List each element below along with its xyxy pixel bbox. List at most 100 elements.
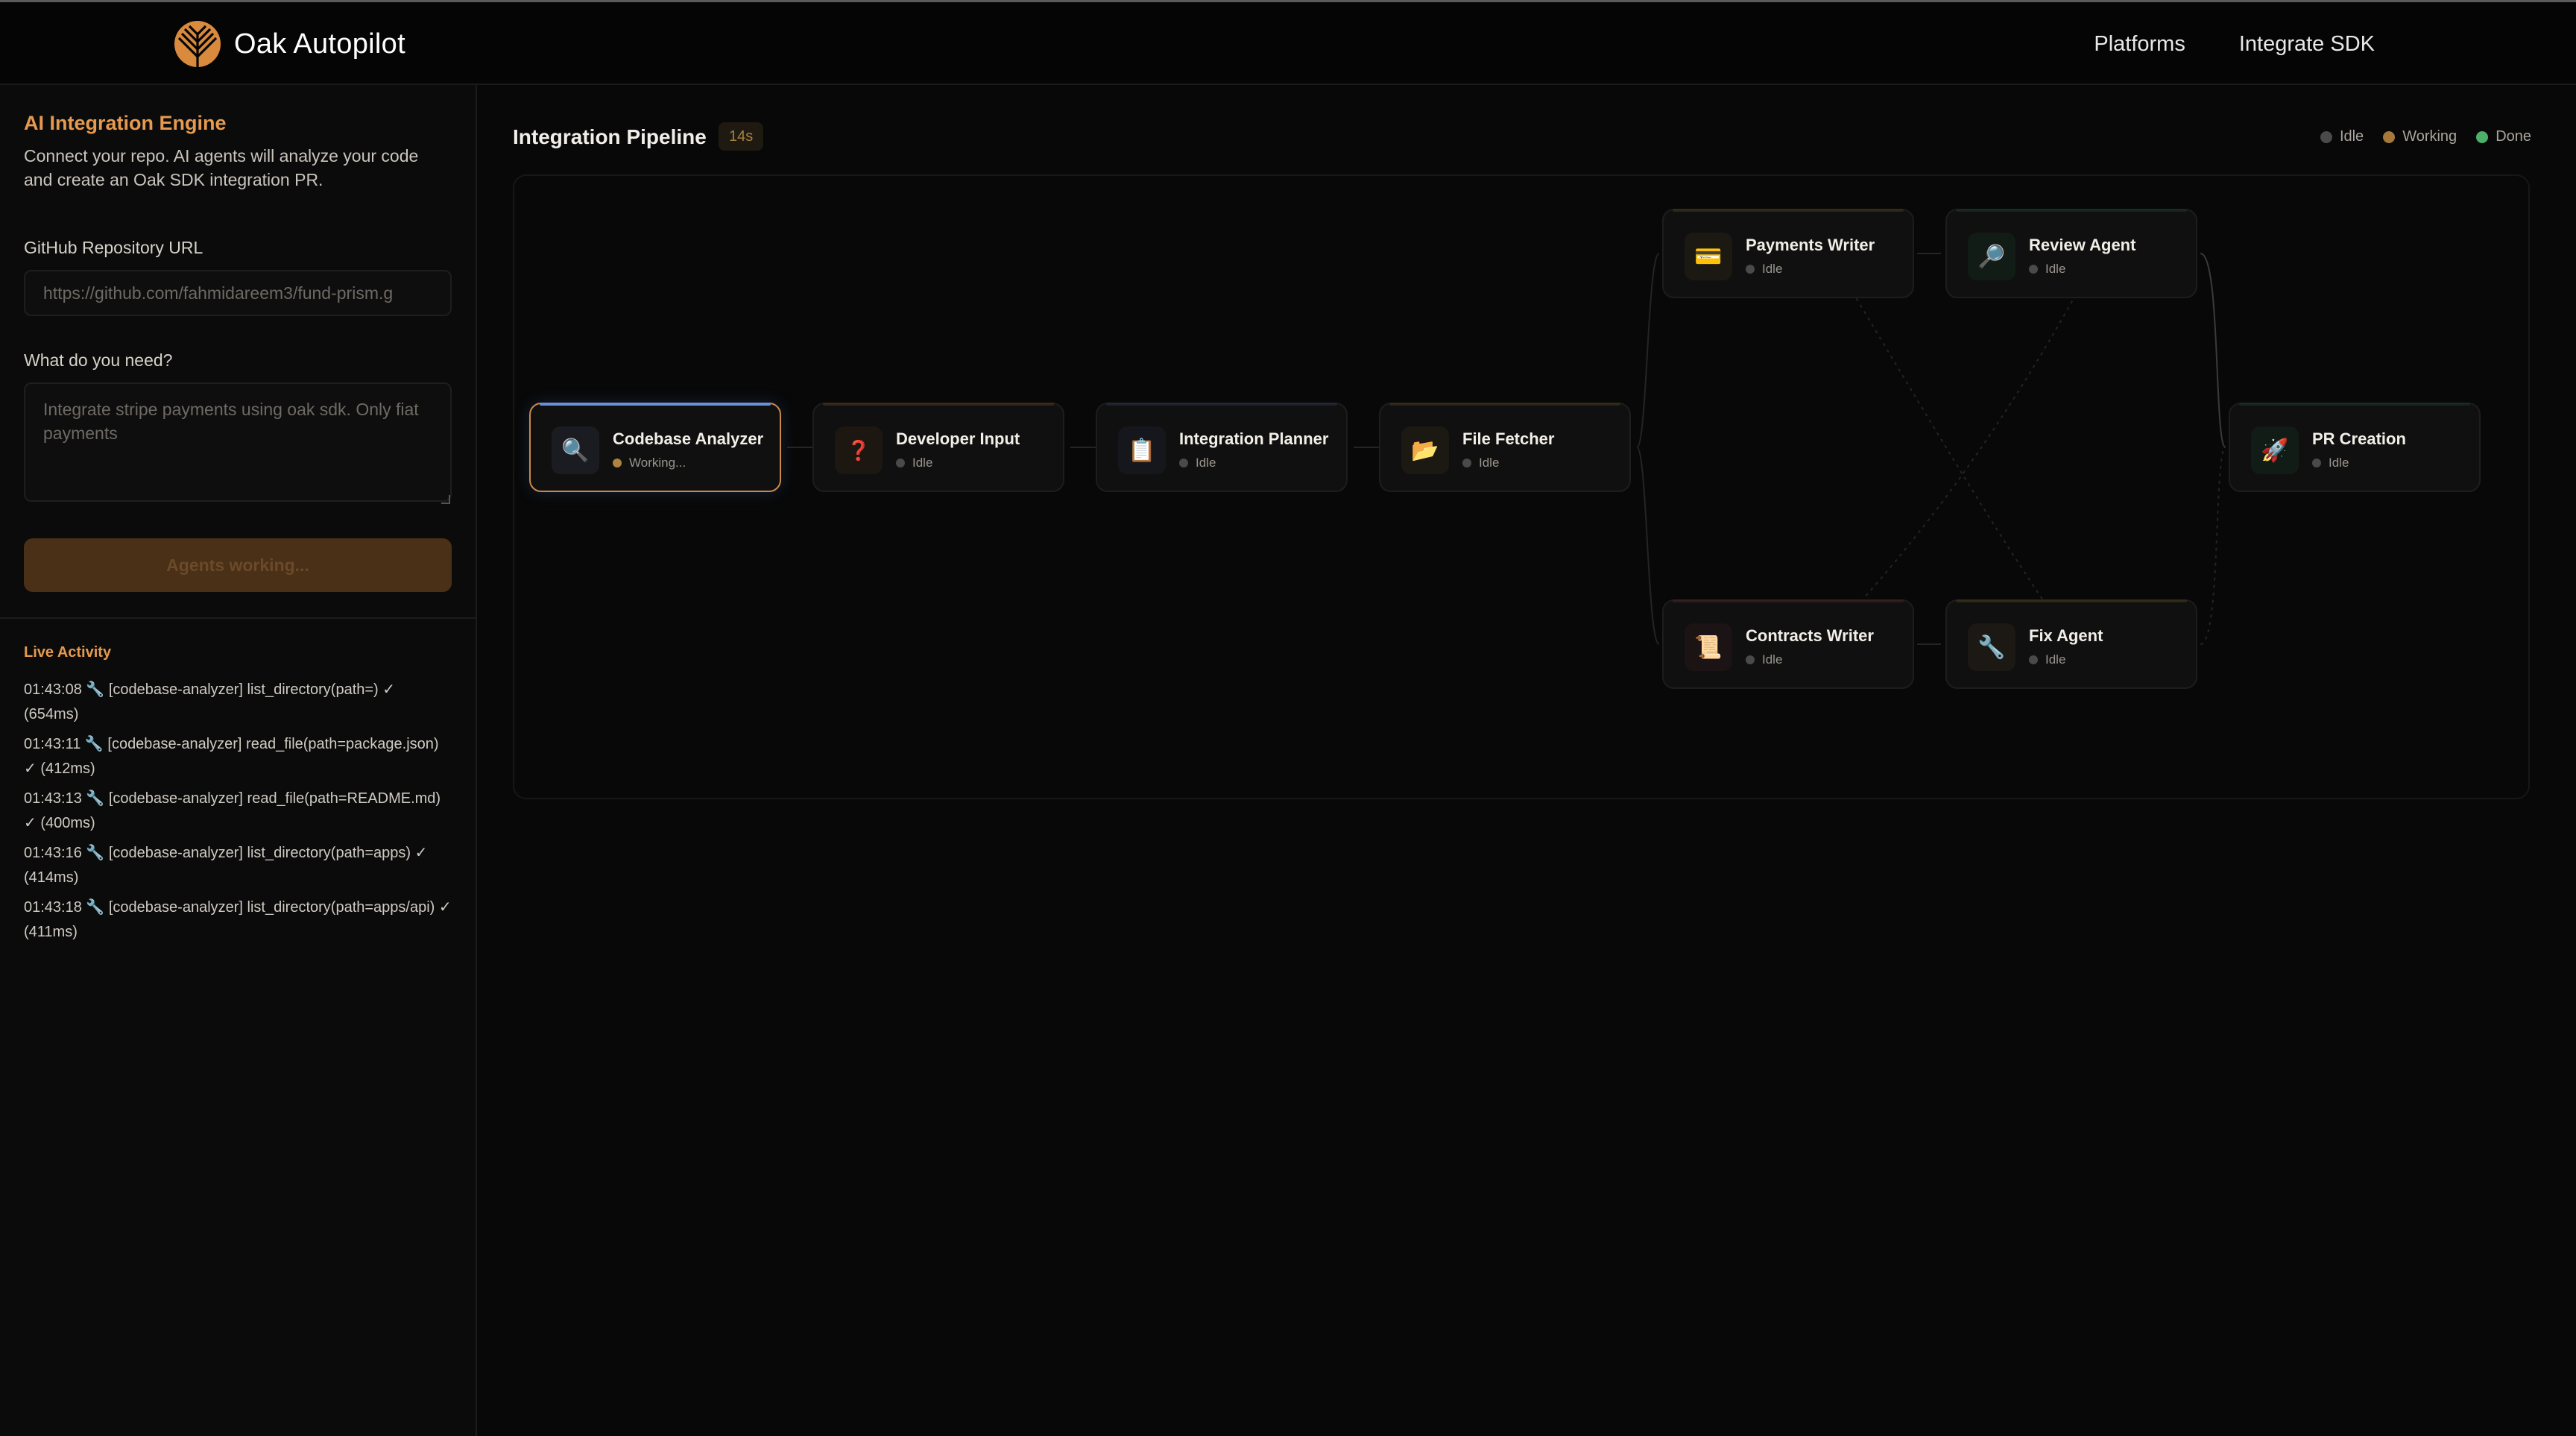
node-accent — [1673, 599, 1904, 602]
node-title: Developer Input — [896, 429, 1020, 448]
wrench-icon: 🔧 — [1968, 623, 2015, 671]
node-status: Working... — [613, 456, 686, 470]
node-review-agent[interactable]: 🔎 Review Agent Idle — [1945, 209, 2197, 298]
node-status: Idle — [1746, 262, 1782, 277]
folder-icon: 📂 — [1401, 426, 1449, 474]
status-dot-icon — [896, 459, 905, 467]
node-title: Payments Writer — [1746, 236, 1875, 254]
clipboard-icon: 📋 — [1118, 426, 1166, 474]
node-developer-input[interactable]: ❓ Developer Input Idle — [812, 403, 1064, 492]
pipeline-canvas[interactable]: 🔍 Codebase Analyzer Working... ❓ Develop… — [513, 174, 2530, 799]
status-dot-icon — [1179, 459, 1188, 467]
credit-card-icon: 💳 — [1685, 233, 1732, 280]
node-title: Contracts Writer — [1746, 626, 1874, 645]
node-integration-planner[interactable]: 📋 Integration Planner Idle — [1096, 403, 1348, 492]
oak-logo-icon — [174, 21, 221, 67]
legend-idle: Idle — [2320, 128, 2364, 145]
idle-dot-icon — [2320, 130, 2332, 143]
brand[interactable]: Oak Autopilot — [173, 19, 405, 69]
node-accent — [1956, 209, 2187, 212]
node-status-label: Idle — [912, 456, 933, 470]
node-status: Idle — [1179, 456, 1216, 470]
legend-label: Idle — [2339, 128, 2364, 145]
node-codebase-analyzer[interactable]: 🔍 Codebase Analyzer Working... — [529, 403, 781, 492]
node-title: File Fetcher — [1462, 429, 1555, 448]
node-payments-writer[interactable]: 💳 Payments Writer Idle — [1662, 209, 1914, 298]
node-accent — [823, 403, 1054, 406]
activity-log-item: 01:43:08 🔧 [codebase-analyzer] list_dire… — [24, 681, 396, 722]
activity-log-item: 01:43:11 🔧 [codebase-analyzer] read_file… — [24, 736, 439, 777]
legend-label: Done — [2496, 128, 2531, 145]
top-nav-bar: Oak Autopilot Platforms Integrate SDK — [0, 0, 2576, 85]
node-status-label: Idle — [2045, 262, 2066, 276]
legend-done: Done — [2476, 128, 2531, 145]
edge — [2200, 447, 2226, 645]
repo-url-label: GitHub Repository URL — [24, 238, 203, 257]
status-dot-icon — [613, 459, 622, 467]
node-status-label: Idle — [2329, 456, 2349, 470]
node-contracts-writer[interactable]: 📜 Contracts Writer Idle — [1662, 599, 1914, 689]
node-fix-agent[interactable]: 🔧 Fix Agent Idle — [1945, 599, 2197, 689]
edge — [1636, 447, 1660, 645]
activity-log-item: 01:43:18 🔧 [codebase-analyzer] list_dire… — [24, 899, 452, 940]
sidebar-title: AI Integration Engine — [24, 112, 227, 134]
status-dot-icon — [1462, 459, 1471, 467]
node-status: Idle — [896, 456, 932, 470]
status-dot-icon — [2029, 655, 2038, 664]
node-status-label: Idle — [1479, 456, 1500, 470]
nav-link-platforms[interactable]: Platforms — [2094, 32, 2185, 57]
legend-label: Working — [2402, 128, 2457, 145]
node-accent — [2239, 403, 2470, 406]
status-dot-icon — [1746, 265, 1755, 274]
activity-log-item: 01:43:13 🔧 [codebase-analyzer] read_file… — [24, 790, 441, 831]
node-accent — [1673, 209, 1904, 212]
node-status: Idle — [1462, 456, 1499, 470]
legend-working: Working — [2383, 128, 2457, 145]
edge — [2200, 253, 2226, 448]
status-dot-icon — [2312, 459, 2321, 467]
node-status-label: Idle — [1762, 262, 1783, 276]
node-title: Codebase Analyzer — [613, 429, 764, 448]
main-nav: Platforms Integrate SDK — [2094, 32, 2375, 57]
done-dot-icon — [2476, 130, 2489, 143]
node-status: Idle — [1746, 652, 1782, 667]
pipeline-title: Integration Pipeline — [513, 125, 707, 148]
scroll-icon: 📜 — [1685, 623, 1732, 671]
node-pr-creation[interactable]: 🚀 PR Creation Idle — [2229, 403, 2481, 492]
repo-url-input[interactable] — [24, 270, 452, 316]
resize-handle-icon[interactable] — [441, 495, 450, 504]
rocket-icon: 🚀 — [2251, 426, 2299, 474]
live-activity-panel: Live Activity 01:43:08 🔧 [codebase-analy… — [0, 619, 476, 945]
node-accent — [1389, 403, 1620, 406]
status-legend: Idle Working Done — [2320, 128, 2531, 145]
live-activity-title: Live Activity — [24, 644, 112, 661]
sidebar-description: Connect your repo. AI agents will analyz… — [24, 146, 419, 189]
magnifier-icon: 🔍 — [552, 426, 599, 474]
node-file-fetcher[interactable]: 📂 File Fetcher Idle — [1379, 403, 1631, 492]
need-textarea[interactable]: Integrate stripe payments using oak sdk.… — [24, 382, 452, 502]
magnifier-right-icon: 🔎 — [1968, 233, 2015, 280]
activity-log: 01:43:08 🔧 [codebase-analyzer] list_dire… — [24, 678, 452, 945]
status-dot-icon — [2029, 265, 2038, 274]
node-status: Idle — [2312, 456, 2349, 470]
need-label: What do you need? — [24, 350, 173, 370]
node-accent — [540, 403, 771, 406]
node-accent — [1106, 403, 1337, 406]
nav-link-integrate-sdk[interactable]: Integrate SDK — [2239, 32, 2375, 57]
activity-log-item: 01:43:16 🔧 [codebase-analyzer] list_dire… — [24, 845, 428, 886]
brand-name: Oak Autopilot — [234, 28, 405, 60]
node-status-label: Idle — [2045, 652, 2066, 667]
node-status-label: Idle — [1196, 456, 1216, 470]
node-status-label: Idle — [1762, 652, 1783, 667]
node-status-label: Working... — [629, 456, 686, 470]
node-title: Review Agent — [2029, 236, 2136, 254]
node-status: Idle — [2029, 262, 2065, 277]
sidebar: AI Integration Engine Connect your repo.… — [0, 85, 477, 1436]
elapsed-timer-badge: 14s — [719, 122, 764, 151]
agents-working-button[interactable]: Agents working... — [24, 538, 452, 592]
main-panel: Integration Pipeline 14s Idle Working Do… — [477, 85, 2576, 1436]
edge — [1840, 272, 2080, 654]
working-dot-icon — [2383, 130, 2396, 143]
edge — [1636, 253, 1660, 448]
node-title: PR Creation — [2312, 429, 2406, 448]
